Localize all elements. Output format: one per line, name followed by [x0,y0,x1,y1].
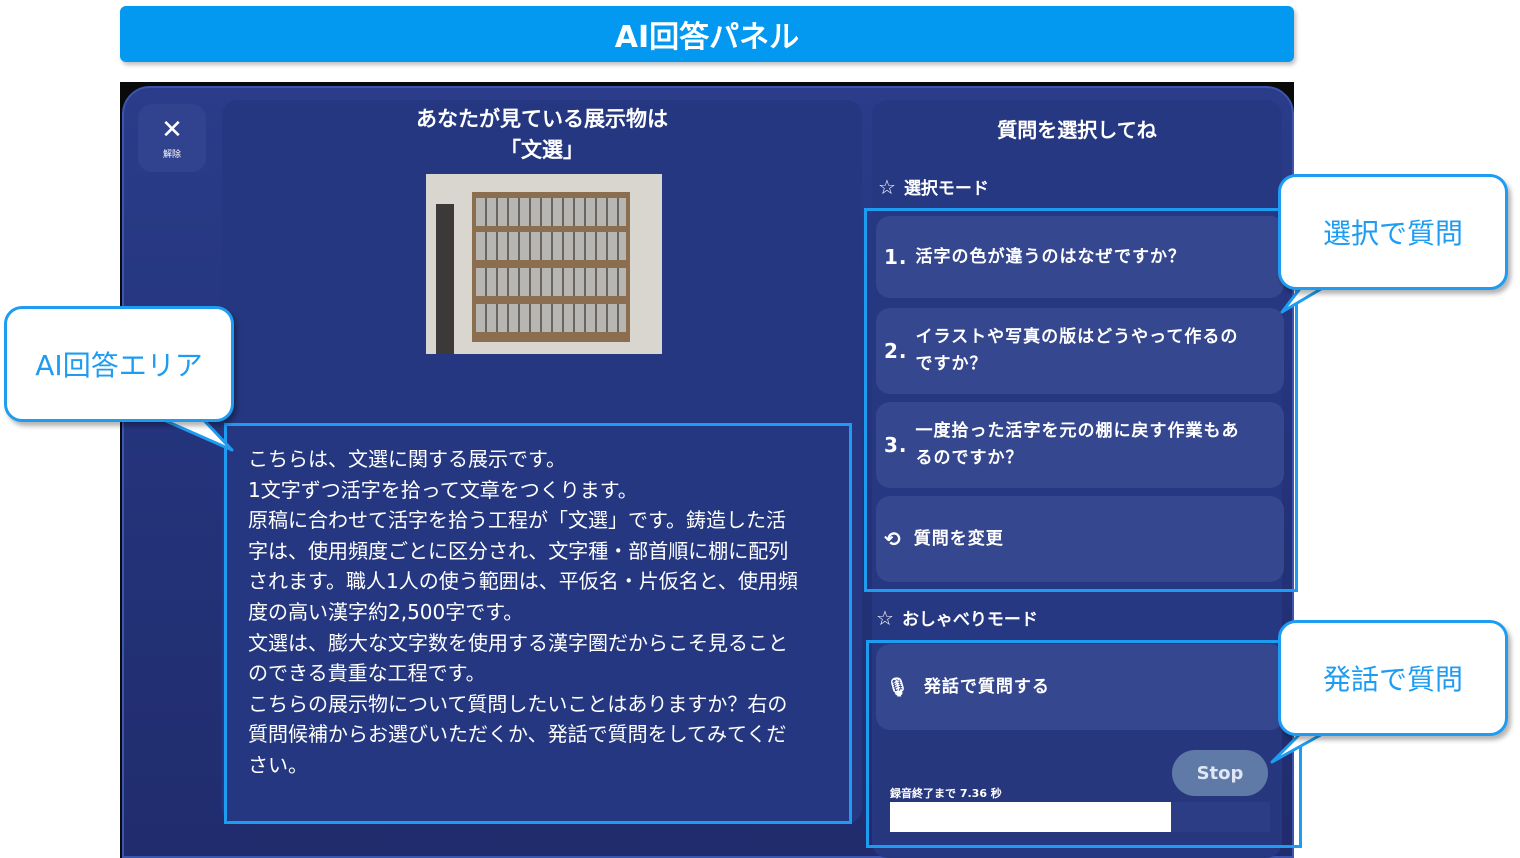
callout-tail-speak [1270,730,1328,764]
callout-text: 発話で質問 [1322,663,1463,696]
callout-select-question: 選択で質問 [1278,174,1508,290]
callout-ai-answer-area: AI回答エリア [4,306,234,422]
callout-speak-question: 発話で質問 [1278,620,1508,736]
callout-text: AI回答エリア [35,349,203,382]
callout-text: 選択で質問 [1322,217,1463,250]
